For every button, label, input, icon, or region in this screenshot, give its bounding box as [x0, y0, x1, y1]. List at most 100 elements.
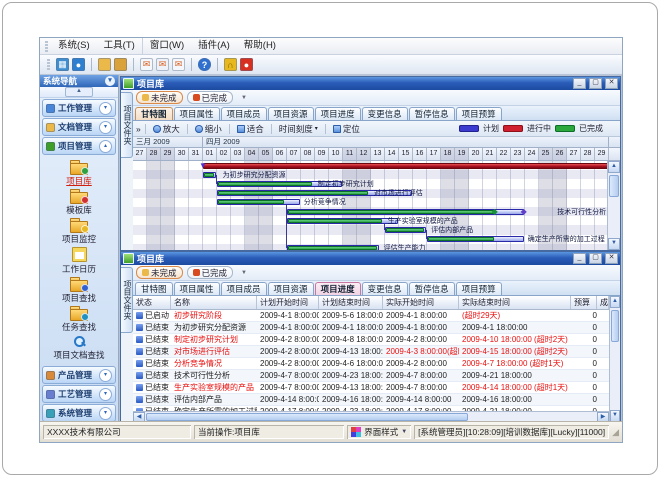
sidebar-group-工艺管理[interactable]: 工艺管理▾ — [42, 385, 116, 403]
table-row[interactable]: 已结束对市场进行评估2009-4-2 8:00:002009-4-13 18:0… — [133, 346, 609, 358]
sidebar-item-项目查找[interactable]: 项目查找 — [40, 277, 118, 304]
close-icon[interactable]: ✕ — [605, 253, 618, 264]
scroll-left-icon[interactable]: ◀ — [133, 412, 145, 421]
tab-项目成员[interactable]: 项目成员 — [221, 282, 267, 295]
hscroll-thumb[interactable] — [146, 413, 468, 421]
locate-button[interactable]: 定位 — [330, 123, 363, 135]
gantt-bar-complete[interactable] — [204, 173, 214, 177]
scroll-down-icon[interactable]: ▼ — [608, 238, 620, 250]
column-header-成[interactable]: 成 — [597, 296, 609, 309]
table-row[interactable]: 已结束技术可行性分析2009-4-7 8:00:002009-4-23 18:0… — [133, 370, 609, 382]
gantt-bar-complete[interactable] — [428, 237, 494, 241]
scroll-down-icon[interactable]: ▼ — [610, 410, 620, 421]
table-row[interactable]: 已结束为初步研究分配资源2009-4-1 8:00:002009-4-1 18:… — [133, 322, 609, 334]
zoom-in-button[interactable]: 放大 — [150, 123, 183, 135]
sidebar-item-工作日历[interactable]: 工作日历 — [40, 247, 118, 275]
sidebar-group-工作管理[interactable]: 工作管理▾ — [42, 99, 116, 117]
vscroll-thumb[interactable] — [609, 175, 619, 197]
vscroll-thumb[interactable] — [611, 310, 619, 342]
filter-已完成[interactable]: 已完成 — [187, 91, 234, 104]
gantt-bar-complete[interactable] — [386, 228, 424, 232]
table-row[interactable]: 已结束分析竞争情况2009-4-2 8:00:002009-4-6 18:00:… — [133, 358, 609, 370]
filter-more-icon[interactable]: ▼ — [241, 95, 247, 101]
maximize-icon[interactable]: ▢ — [589, 253, 602, 264]
gantt-bar-summary[interactable] — [203, 163, 607, 169]
help-icon[interactable]: ? — [198, 58, 211, 71]
mail-new-icon[interactable]: ✉ — [140, 58, 153, 71]
column-header-计划开始时间[interactable]: 计划开始时间 — [257, 296, 319, 309]
chevron-down-icon[interactable]: ▾ — [99, 388, 112, 401]
sidebar-item-模板库[interactable]: 模板库 — [40, 189, 118, 216]
gantt-bar-complete[interactable] — [218, 191, 368, 195]
gantt-bar-complete[interactable] — [218, 200, 284, 204]
sidebar-group-文档管理[interactable]: 文档管理▾ — [42, 118, 116, 136]
vscroll-track[interactable] — [608, 173, 620, 238]
sidebar-item-项目库[interactable]: 项目库 — [40, 160, 118, 187]
folder-icon[interactable] — [98, 58, 111, 71]
monitor-icon[interactable]: ▦ — [56, 58, 69, 71]
resize-grip[interactable]: ◢ — [612, 427, 619, 438]
column-header-计划结束时间[interactable]: 计划结束时间 — [319, 296, 383, 309]
scroll-right-icon[interactable]: ▶ — [597, 412, 609, 421]
lock-icon[interactable]: ∩ — [224, 58, 237, 71]
sidebar-item-任务查找[interactable]: 任务查找 — [40, 306, 118, 333]
tab-项目进度[interactable]: 项目进度 — [315, 107, 361, 120]
table-window-titlebar[interactable]: 项目库 _ ▢ ✕ — [121, 252, 620, 265]
tab-甘特图[interactable]: 甘特图 — [135, 107, 173, 120]
scroll-up-icon[interactable]: ▲ — [610, 296, 620, 308]
sidebar-item-项目监控[interactable]: 项目监控 — [40, 218, 118, 245]
collapse-arrow-icon[interactable]: ▲ — [65, 87, 93, 97]
ui-style-selector[interactable]: 界面样式 ▼ — [347, 425, 411, 439]
close-icon[interactable]: ✕ — [605, 78, 618, 89]
gantt-bar-complete[interactable] — [288, 210, 494, 214]
column-header-预算[interactable]: 预算 — [571, 296, 597, 309]
menu-item-2[interactable]: 窗口(W) — [143, 38, 191, 54]
table-row[interactable]: 已结束确定生产所需的加工过程2009-4-17 8:00:002009-4-23… — [133, 406, 609, 411]
chevron-down-icon[interactable]: ▾ — [99, 369, 112, 382]
filter-未完成[interactable]: 未完成 — [136, 91, 183, 104]
tools-overflow-icon[interactable]: » — [136, 124, 141, 134]
table-hscrollbar[interactable]: ◀ ▶ — [133, 411, 609, 421]
tab-项目预算[interactable]: 项目预算 — [456, 282, 502, 295]
table-row[interactable]: 已结束制定初步研究计划2009-4-2 8:00:002009-4-8 18:0… — [133, 334, 609, 346]
project-folder-vtab[interactable]: 项目文件夹 — [121, 267, 133, 333]
filter-未完成[interactable]: 未完成 — [136, 266, 183, 279]
chevron-up-icon[interactable]: ▴ — [99, 140, 112, 153]
menu-item-4[interactable]: 帮助(H) — [237, 38, 283, 54]
gantt-bar-complete[interactable] — [288, 219, 382, 223]
project-folder-vtab[interactable]: 项目文件夹 — [121, 92, 133, 158]
tab-暂停信息[interactable]: 暂停信息 — [409, 107, 455, 120]
gantt-bar-complete[interactable] — [288, 246, 377, 250]
tab-项目预算[interactable]: 项目预算 — [456, 107, 502, 120]
sidebar-group-项目管理[interactable]: 项目管理▴ — [42, 137, 116, 155]
maximize-icon[interactable]: ▢ — [589, 78, 602, 89]
tab-变更信息[interactable]: 变更信息 — [362, 107, 408, 120]
folder-open-icon[interactable] — [114, 58, 127, 71]
tab-项目属性[interactable]: 项目属性 — [174, 282, 220, 295]
minimize-icon[interactable]: _ — [573, 78, 586, 89]
table-row[interactable]: 已结束评估内部产品2009-4-14 8:00:002009-4-16 18:0… — [133, 394, 609, 406]
menu-item-3[interactable]: 插件(A) — [191, 38, 237, 54]
column-header-名称[interactable]: 名称 — [171, 296, 257, 309]
scroll-up-icon[interactable]: ▲ — [608, 161, 620, 173]
tab-项目资源[interactable]: 项目资源 — [268, 107, 314, 120]
filter-已完成[interactable]: 已完成 — [187, 266, 234, 279]
sidebar-item-项目文档查找[interactable]: 项目文档查找 — [40, 335, 118, 361]
tab-甘特图[interactable]: 甘特图 — [135, 282, 173, 295]
tab-项目资源[interactable]: 项目资源 — [268, 282, 314, 295]
chevron-down-icon[interactable]: ▾ — [99, 102, 112, 115]
stop-icon[interactable]: ● — [240, 58, 253, 71]
tab-暂停信息[interactable]: 暂停信息 — [409, 282, 455, 295]
tab-变更信息[interactable]: 变更信息 — [362, 282, 408, 295]
mail-send-icon[interactable]: ✉ — [172, 58, 185, 71]
tab-项目成员[interactable]: 项目成员 — [221, 107, 267, 120]
gantt-vscrollbar[interactable]: ▲▼ — [607, 161, 620, 250]
sidebar-group-系统管理[interactable]: 系统管理▾ — [42, 404, 116, 422]
sidebar-menu-icon[interactable]: ▾ — [105, 76, 115, 86]
minimize-icon[interactable]: _ — [573, 253, 586, 264]
chevron-down-icon[interactable]: ▾ — [99, 121, 112, 134]
globe-icon[interactable]: ● — [72, 58, 85, 71]
filter-more-icon[interactable]: ▼ — [241, 270, 247, 276]
column-header-实际结束时间[interactable]: 实际结束时间 — [459, 296, 571, 309]
gantt-window-titlebar[interactable]: 项目库 _ ▢ ✕ — [121, 77, 620, 90]
